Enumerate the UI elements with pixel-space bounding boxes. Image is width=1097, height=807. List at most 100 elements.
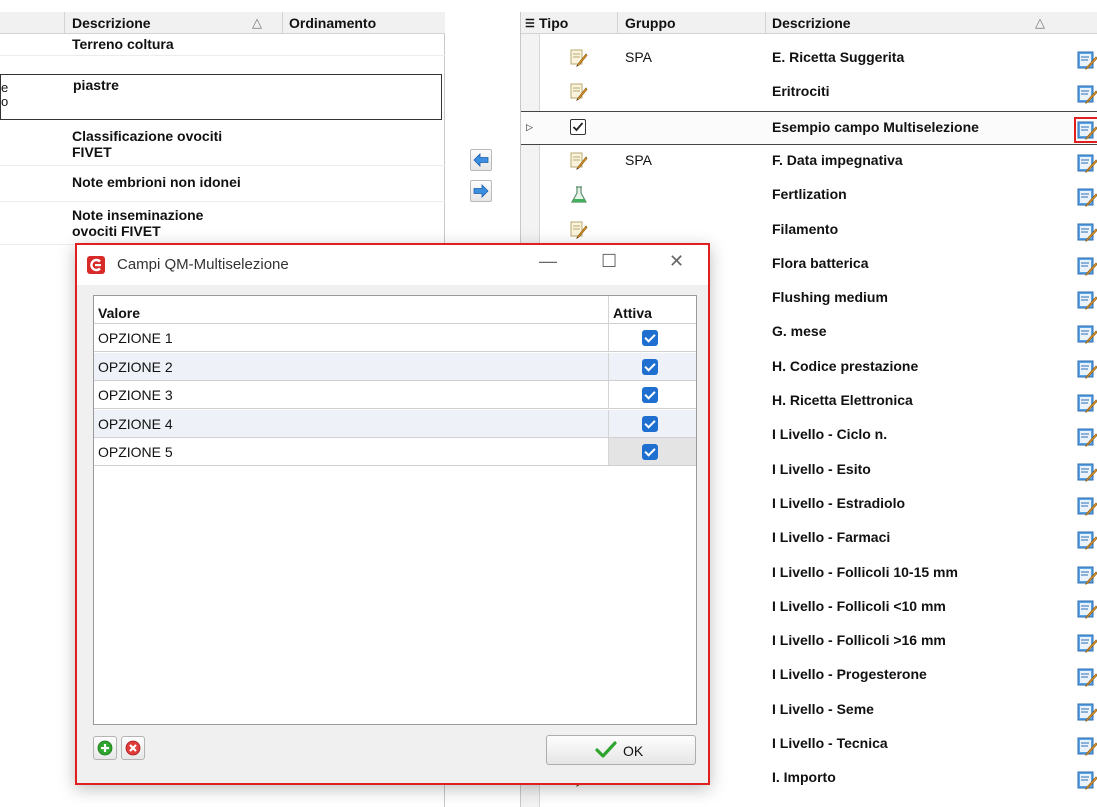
dialog-body: Valore Attiva OPZIONE 1 OPZIONE 2 OPZIONE … [77,285,708,783]
edit-row-button[interactable] [1076,49,1097,71]
column-header-attiva[interactable]: Attiva [613,305,652,321]
row-descrizione: G. mese [772,323,827,340]
top-strip [0,0,1097,10]
column-header-descrizione[interactable]: Descrizione [772,15,851,31]
option-valore[interactable]: OPZIONE 3 [98,387,173,403]
row-descrizione: I. Importo [772,769,836,786]
edit-row-button[interactable] [1076,701,1097,723]
column-header-descrizione[interactable]: Descrizione [72,15,151,31]
left-grid-row[interactable]: Classificazione ovociti FIVET [0,126,445,166]
flask-icon [569,185,589,205]
delete-option-button[interactable] [121,736,145,760]
edit-row-button[interactable] [1076,255,1097,277]
option-row[interactable]: OPZIONE 1 [94,324,696,352]
pencil-note-icon [569,151,589,171]
option-valore[interactable]: OPZIONE 1 [98,330,173,346]
edit-row-button[interactable] [1076,735,1097,757]
row-descrizione: Classificazione ovociti FIVET [72,128,282,160]
edit-row-button[interactable] [1076,392,1097,414]
sort-ascending-icon[interactable]: △ [1035,15,1045,31]
edit-row-button[interactable] [1076,186,1097,208]
edit-row-button[interactable] [1076,426,1097,448]
ok-button-label: OK [623,743,644,759]
right-grid-row[interactable]: SPA F. Data impegnativa [521,145,1097,179]
option-attiva-cell [608,324,696,351]
truncated-cell-line: o [1,94,9,109]
minimize-button[interactable]: — [539,251,557,272]
add-option-button[interactable] [93,736,117,760]
sort-ascending-icon[interactable]: △ [252,15,262,31]
edit-row-button[interactable] [1076,564,1097,586]
right-grid-row[interactable]: Eritrociti [521,76,1097,110]
left-grid-header-first-col[interactable] [0,12,65,34]
option-valore[interactable]: OPZIONE 2 [98,359,173,375]
edit-row-button[interactable] [1076,598,1097,620]
row-gruppo: SPA [625,49,652,65]
column-header-ordinamento[interactable]: Ordinamento [289,15,376,31]
option-row[interactable]: OPZIONE 2 [94,352,696,381]
option-valore[interactable]: OPZIONE 4 [98,416,173,432]
right-grid-row[interactable]: ▷ Esempio campo Multiselezione [521,110,1097,145]
row-gruppo: SPA [625,151,652,168]
left-grid-row[interactable]: Note embrioni non idonei [0,172,445,202]
option-row[interactable]: OPZIONE 4 [94,409,696,438]
row-descrizione: H. Ricetta Elettronica [772,392,913,408]
option-row[interactable]: OPZIONE 5 [94,438,696,466]
attiva-checkbox[interactable] [642,387,658,403]
row-descrizione-line: Terreno coltura [72,36,174,52]
maximize-button[interactable]: ☐ [601,251,617,272]
app-logo-icon [87,256,105,274]
row-descrizione: Eritrociti [772,83,830,100]
row-descrizione: Note embrioni non idonei [72,174,282,190]
attiva-checkbox[interactable] [642,358,658,375]
column-chooser-icon[interactable]: ☰ [525,17,535,30]
edit-row-button[interactable] [1076,323,1097,345]
left-grid-row[interactable]: piastre e o [0,74,442,120]
move-left-button[interactable] [470,149,492,171]
left-grid-row[interactable]: Note inseminazione ovociti FIVET [0,205,445,245]
option-attiva-cell [608,352,696,380]
truncated-cell-line: e [1,80,9,95]
row-descrizione: I Livello - Esito [772,460,871,477]
left-grid-row[interactable]: Terreno coltura [0,34,445,56]
close-button[interactable]: ✕ [669,251,684,272]
column-header-valore[interactable]: Valore [98,305,140,321]
edit-row-button[interactable] [1076,289,1097,311]
move-right-button[interactable] [470,180,492,202]
edit-row-button[interactable] [1076,632,1097,654]
checkbox-type-icon [570,118,586,135]
attiva-checkbox[interactable] [642,330,658,346]
right-grid-row[interactable]: Fertlization [521,179,1097,213]
edit-row-button[interactable] [1076,358,1097,380]
pencil-note-icon [569,48,589,68]
row-descrizione: F. Data impegnativa [772,151,903,168]
row-descrizione: Flushing medium [772,289,888,306]
column-header-tipo[interactable]: Tipo [539,15,568,31]
dialog-titlebar[interactable]: Campi QM-Multiselezione — ☐ ✕ [77,245,708,285]
edit-row-button[interactable] [1076,152,1097,174]
option-row[interactable]: OPZIONE 3 [94,381,696,409]
edit-row-button[interactable] [1076,221,1097,243]
arrow-right-icon [473,184,489,198]
edit-row-button[interactable] [1074,116,1097,143]
row-descrizione: I Livello - Ciclo n. [772,426,888,443]
row-descrizione: Fertlization [772,186,847,203]
edit-row-button[interactable] [1076,83,1097,105]
edit-row-button[interactable] [1076,769,1097,791]
row-descrizione: I Livello - Follicoli <10 mm [772,597,946,614]
right-grid-row[interactable]: SPA E. Ricetta Suggerita [521,42,1097,76]
column-header-gruppo[interactable]: Gruppo [625,15,676,31]
current-row-indicator-icon: ▷ [526,121,533,132]
edit-row-button[interactable] [1076,461,1097,483]
row-descrizione: I Livello - Follicoli 10-15 mm [772,563,958,580]
option-valore[interactable]: OPZIONE 5 [98,444,173,460]
ok-button[interactable]: OK [546,735,696,765]
attiva-checkbox[interactable] [642,415,658,432]
column-separator [282,12,283,34]
edit-row-button[interactable] [1076,666,1097,688]
attiva-checkbox[interactable] [642,444,658,460]
add-icon [97,740,113,756]
edit-row-button[interactable] [1076,529,1097,551]
row-descrizione: I Livello - Tecnica [772,735,888,751]
edit-row-button[interactable] [1076,495,1097,517]
